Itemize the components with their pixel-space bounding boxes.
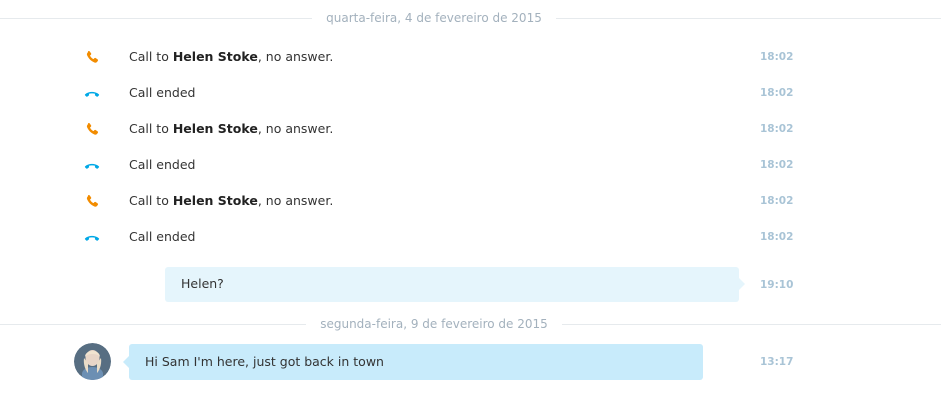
date-separator-text: segunda-feira, 9 de fevereiro de 2015 xyxy=(306,317,562,331)
call-event-text: Call to Helen Stoke, no answer. xyxy=(129,193,334,208)
phone-handset-icon xyxy=(84,193,100,209)
message-timestamp: 18:02 xyxy=(760,195,794,207)
message-text: Helen? xyxy=(181,276,224,291)
phone-handset-icon xyxy=(84,121,100,137)
message-timestamp: 18:02 xyxy=(760,123,794,135)
contact-name: Helen Stoke xyxy=(172,49,258,64)
date-separator-label: segunda-feira, 9 de fevereiro de 2015 xyxy=(0,317,868,331)
call-event-row: Call to Helen Stoke, no answer. 18:02 xyxy=(0,111,941,147)
contact-name: Helen Stoke xyxy=(172,193,258,208)
date-separator-text: quarta-feira, 4 de fevereiro de 2015 xyxy=(312,11,556,25)
call-event-row: Call to Helen Stoke, no answer. 18:02 xyxy=(0,39,941,75)
call-event-text: Call ended xyxy=(129,229,196,244)
call-event-text: Call to Helen Stoke, no answer. xyxy=(129,49,334,64)
call-ended-icon xyxy=(84,85,100,101)
call-event-row: Call to Helen Stoke, no answer. 18:02 xyxy=(0,183,941,219)
message-timestamp: 19:10 xyxy=(760,279,794,291)
message-timestamp: 18:02 xyxy=(760,159,794,171)
phone-handset-icon xyxy=(84,49,100,65)
call-event-text: Call ended xyxy=(129,85,196,100)
message-timestamp: 18:02 xyxy=(760,51,794,63)
date-separator-label: quarta-feira, 4 de fevereiro de 2015 xyxy=(0,11,868,25)
outgoing-message-bubble[interactable]: Helen? xyxy=(165,267,745,302)
call-event-row: Call ended 18:02 xyxy=(0,75,941,111)
contact-name: Helen Stoke xyxy=(172,121,258,136)
message-timestamp: 13:17 xyxy=(760,356,794,368)
call-ended-icon xyxy=(84,157,100,173)
call-event-text: Call ended xyxy=(129,157,196,172)
message-text: Hi Sam I'm here, just got back in town xyxy=(145,354,384,369)
call-ended-icon xyxy=(84,229,100,245)
call-event-text: Call to Helen Stoke, no answer. xyxy=(129,121,334,136)
message-timestamp: 18:02 xyxy=(760,231,794,243)
call-event-row: Call ended 18:02 xyxy=(0,147,941,183)
incoming-message-bubble[interactable]: Hi Sam I'm here, just got back in town xyxy=(123,344,703,380)
call-event-row: Call ended 18:02 xyxy=(0,219,941,255)
contact-avatar[interactable] xyxy=(74,343,111,380)
message-timestamp: 18:02 xyxy=(760,87,794,99)
